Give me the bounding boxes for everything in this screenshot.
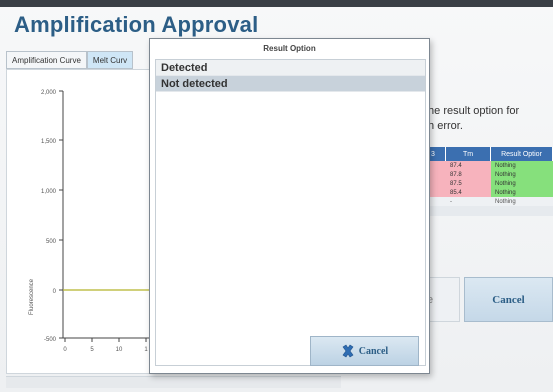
y-tick-label: 1,500 xyxy=(41,139,57,145)
close-icon xyxy=(341,344,355,358)
result-option-list: Detected Not detected xyxy=(155,59,426,366)
tab-melt-curve[interactable]: Melt Curv xyxy=(86,51,134,69)
column-header-result-option: Result Optior xyxy=(491,147,553,161)
result-option-cell[interactable]: Nothing xyxy=(491,161,553,170)
tab-amplification-curve[interactable]: Amplification Curve xyxy=(6,51,87,69)
chart-tabs: Amplification Curve Melt Curv xyxy=(6,51,134,69)
results-table: 3 Tm Result Optior 87.4 Nothing 87.8 Not… xyxy=(421,147,553,216)
instruction-message: the result option for th error. xyxy=(425,104,553,134)
table-row[interactable]: 87.4 Nothing xyxy=(421,161,553,170)
dialog-title: Result Option xyxy=(263,44,316,53)
y-tick-label: 1,000 xyxy=(41,189,57,195)
option-not-detected[interactable]: Not detected xyxy=(156,76,425,92)
tm-cell: 87.5 xyxy=(446,179,491,188)
y-tick-label: 500 xyxy=(46,239,57,245)
table-row-empty xyxy=(421,206,553,216)
table-header: 3 Tm Result Optior xyxy=(421,147,553,161)
result-option-cell[interactable]: Nothing xyxy=(491,179,553,188)
x-tick-label: 10 xyxy=(116,347,123,353)
result-option-dialog: Result Option Detected Not detected Canc… xyxy=(149,38,430,374)
tm-cell: 87.8 xyxy=(446,170,491,179)
y-tick-label: 0 xyxy=(53,289,57,295)
table-row[interactable]: 87.8 Nothing xyxy=(421,170,553,179)
y-ticks xyxy=(59,90,63,339)
table-row[interactable]: 87.5 Nothing xyxy=(421,179,553,188)
page-title: Amplification Approval xyxy=(14,12,259,37)
column-header-tm: Tm xyxy=(446,147,491,161)
result-option-cell[interactable]: Nothing xyxy=(491,197,553,206)
y-tick-label: -500 xyxy=(44,337,57,343)
x-tick-label: 5 xyxy=(90,347,94,353)
chart-canvas: 2,000 1,500 1,000 500 0 -500 0 5 10 1 xyxy=(41,90,157,353)
y-tick-label: 2,000 xyxy=(41,90,57,96)
instruction-line: th error. xyxy=(425,120,463,132)
dialog-cancel-label: Cancel xyxy=(358,345,389,357)
x-tick-label: 0 xyxy=(63,347,67,353)
amplification-approval-screen: Amplification Approval Amplification Cur… xyxy=(0,0,553,392)
bottom-scrollbar[interactable] xyxy=(6,376,341,388)
x-tick-label: 1 xyxy=(144,347,148,353)
option-detected[interactable]: Detected xyxy=(156,60,425,76)
result-option-cell[interactable]: Nothing xyxy=(491,170,553,179)
dialog-cancel-button[interactable]: Cancel xyxy=(310,336,419,366)
table-row[interactable]: 85.4 Nothing xyxy=(421,188,553,197)
x-ticks xyxy=(64,338,147,342)
amplification-chart: 2,000 1,500 1,000 500 0 -500 0 5 10 1 Fl… xyxy=(6,69,157,374)
cancel-button[interactable]: Cancel xyxy=(464,277,553,322)
result-option-cell[interactable]: Nothing xyxy=(491,188,553,197)
top-rule xyxy=(0,0,553,7)
instruction-line: the result option for xyxy=(425,105,520,117)
tm-cell: - xyxy=(446,197,491,206)
table-row[interactable]: 0 - Nothing xyxy=(421,197,553,206)
tm-cell: 87.4 xyxy=(446,161,491,170)
y-axis-label: Fluorescence xyxy=(29,278,35,315)
tm-cell: 85.4 xyxy=(446,188,491,197)
